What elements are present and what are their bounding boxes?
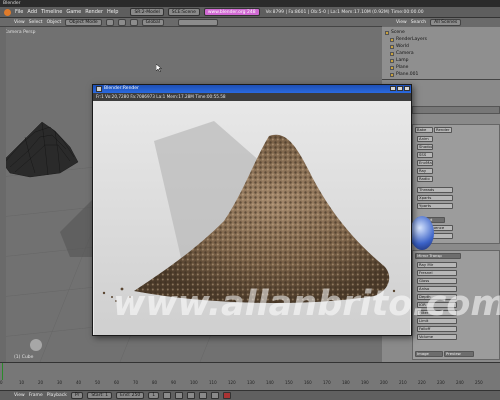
outliner-header: View Search All Scenes (382, 18, 500, 27)
render-title: Blender:Render (104, 86, 139, 91)
manipulator-button[interactable] (129, 18, 138, 26)
info-header: File Add Timeline Game Render Help SR:2-… (0, 7, 500, 18)
window-title: Blender (0, 0, 500, 7)
sss-button[interactable]: SSS (417, 152, 433, 158)
render-info: Fr:1 Vo:20,7280 Fa:7086973 La:1 Mem:17.2… (93, 93, 411, 101)
layer-buttons[interactable] (177, 18, 218, 26)
anim-button[interactable]: Anim (417, 136, 433, 142)
outliner-search-menu[interactable]: Search (411, 20, 426, 25)
outliner-item[interactable]: World (385, 43, 497, 50)
preview-range-button[interactable]: Pr (70, 392, 84, 399)
threads-field[interactable]: Threads (417, 187, 453, 193)
menu-render[interactable]: Render (85, 9, 103, 15)
outliner-item[interactable]: Scene (385, 29, 497, 36)
object-menu[interactable]: Object (47, 20, 62, 25)
mesh-icon (390, 72, 394, 77)
close-button[interactable] (404, 86, 410, 91)
outliner-item[interactable]: Camera (385, 50, 497, 57)
preview-tab[interactable]: Preview (444, 351, 474, 357)
ray-button[interactable]: Ray (417, 168, 433, 174)
current-frame-marker[interactable] (2, 363, 3, 380)
menu-help[interactable]: Help (107, 9, 118, 15)
falloff-field[interactable]: Falloff (417, 326, 457, 332)
radio-button[interactable]: Radio (417, 176, 433, 182)
timeline-view-menu[interactable]: View (14, 393, 25, 398)
outliner-item[interactable]: RenderLayers (385, 36, 497, 43)
outliner-item[interactable]: Plane.001 (385, 71, 497, 78)
wireframe-pile (1, 121, 79, 178)
frame-label: (1) Cube (14, 355, 34, 360)
scene-icon (385, 30, 389, 35)
ray-mir-button[interactable]: Ray Mir (417, 262, 457, 268)
outliner[interactable]: Scene RenderLayers World Camera Lamp Pla… (382, 27, 500, 79)
xparts-field[interactable]: Xparts (417, 195, 453, 201)
menu-game[interactable]: Game (66, 9, 81, 15)
play-icon[interactable] (187, 392, 196, 399)
material-preview-sphere (410, 216, 434, 250)
mirror-transp-tab[interactable]: Mirror Transp (415, 253, 461, 259)
current-frame-field[interactable]: 1 (148, 392, 160, 399)
minimize-button[interactable] (390, 86, 396, 91)
screen-selector[interactable]: SR:2-Model (130, 8, 164, 16)
viewport-header: View Select Object Object Mode Global (0, 18, 382, 27)
outliner-view-menu[interactable]: View (396, 20, 407, 25)
mouse-cursor-icon (156, 64, 162, 72)
bake-tab[interactable]: Bake (415, 127, 433, 133)
outliner-item[interactable]: Lamp (385, 57, 497, 64)
image-tab[interactable]: Image (415, 351, 443, 357)
draw-type-button[interactable] (105, 18, 114, 26)
render-window-icon (96, 86, 102, 92)
next-key-icon[interactable] (199, 392, 208, 399)
fresnel-field[interactable]: Fresnel (417, 270, 457, 276)
envmap-button[interactable]: EnvMap (417, 160, 433, 166)
world-icon (390, 44, 394, 49)
outliner-display-selector[interactable]: All Scenes (430, 19, 462, 26)
mode-selector[interactable]: Object Mode (65, 18, 102, 26)
render-tab[interactable]: Render (434, 127, 452, 133)
start-frame-field[interactable]: Start: 1 (87, 392, 113, 399)
renderlayers-icon (390, 37, 394, 42)
timeline[interactable]: 0 10 20 30 40 50 60 70 80 90 100 110 120… (0, 362, 500, 390)
record-icon[interactable] (223, 392, 232, 399)
timeline-playback-menu[interactable]: Playback (47, 393, 67, 398)
buttons-tabs[interactable] (412, 106, 500, 114)
timeline-frame-menu[interactable]: Frame (29, 393, 43, 398)
blender-logo-icon[interactable] (4, 8, 11, 16)
menu-add[interactable]: Add (27, 9, 37, 15)
lamp-icon (390, 58, 394, 63)
menu-file[interactable]: File (15, 9, 23, 15)
jump-end-icon[interactable] (211, 392, 220, 399)
maximize-button[interactable] (397, 86, 403, 91)
select-menu[interactable]: Select (29, 20, 43, 25)
yparts-field[interactable]: Yparts (417, 203, 453, 209)
camera-icon (390, 51, 394, 56)
scene-selector[interactable]: SCE:Scene (167, 8, 200, 16)
menu-timeline[interactable]: Timeline (41, 9, 62, 15)
end-frame-field[interactable]: End: 250 (116, 392, 145, 399)
url-label[interactable]: www.blender.org 248 (203, 8, 260, 16)
watermark: www.allanbrito.com (113, 284, 500, 324)
scene-stats: Ve:8799 | Fa:8601 | Ob:5-0 | La:1 Mem:17… (265, 9, 424, 15)
pivot-button[interactable] (117, 18, 126, 26)
render-title-bar[interactable]: Blender:Render (93, 85, 411, 93)
volume-field[interactable]: Volume (417, 334, 457, 340)
orientation-selector[interactable]: Global (141, 18, 164, 26)
jump-start-icon[interactable] (163, 392, 172, 399)
timeline-header: View Frame Playback Pr Start: 1 End: 250… (0, 390, 500, 400)
shadow-button[interactable]: Shadow (417, 144, 433, 150)
view-menu[interactable]: View (14, 20, 25, 25)
prev-key-icon[interactable] (175, 392, 184, 399)
outliner-item[interactable]: Plane (385, 64, 497, 71)
mesh-icon (390, 65, 394, 70)
